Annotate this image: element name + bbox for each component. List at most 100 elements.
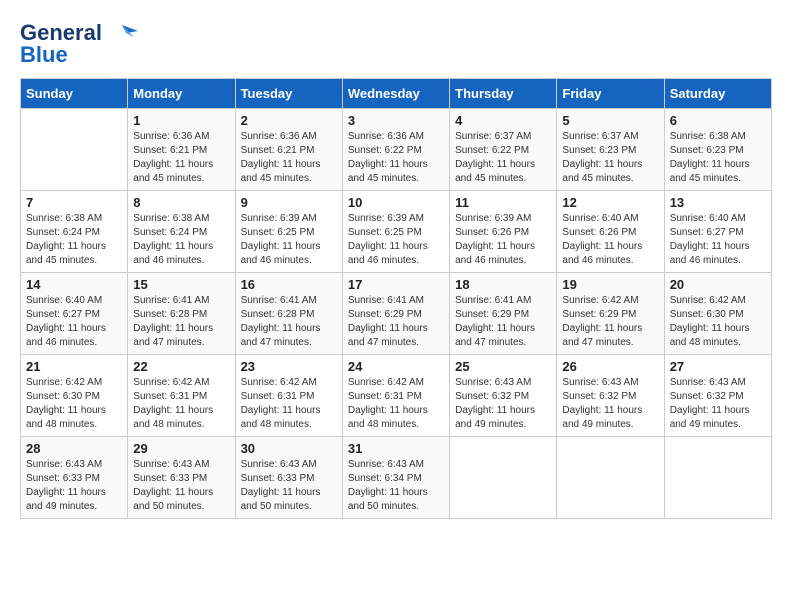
day-info: Sunrise: 6:42 AM Sunset: 6:31 PM Dayligh…	[348, 376, 444, 432]
day-number: 22	[133, 359, 229, 374]
calendar-cell: 23 Sunrise: 6:42 AM Sunset: 6:31 PM Dayli…	[235, 355, 342, 437]
day-number: 20	[670, 277, 766, 292]
day-info: Sunrise: 6:40 AM Sunset: 6:26 PM Dayligh…	[562, 212, 658, 268]
day-info: Sunrise: 6:39 AM Sunset: 6:26 PM Dayligh…	[455, 212, 551, 268]
day-number: 19	[562, 277, 658, 292]
calendar-cell: 4 Sunrise: 6:37 AM Sunset: 6:22 PM Daylig…	[450, 109, 557, 191]
week-row-4: 21 Sunrise: 6:42 AM Sunset: 6:30 PM Dayli…	[21, 355, 772, 437]
calendar-cell: 19 Sunrise: 6:42 AM Sunset: 6:29 PM Dayli…	[557, 273, 664, 355]
day-number: 8	[133, 195, 229, 210]
calendar-cell: 1 Sunrise: 6:36 AM Sunset: 6:21 PM Daylig…	[128, 109, 235, 191]
day-info: Sunrise: 6:43 AM Sunset: 6:32 PM Dayligh…	[455, 376, 551, 432]
calendar-cell: 15 Sunrise: 6:41 AM Sunset: 6:28 PM Dayli…	[128, 273, 235, 355]
day-info: Sunrise: 6:42 AM Sunset: 6:30 PM Dayligh…	[26, 376, 122, 432]
calendar-body: 1 Sunrise: 6:36 AM Sunset: 6:21 PM Daylig…	[21, 109, 772, 519]
calendar-cell: 25 Sunrise: 6:43 AM Sunset: 6:32 PM Dayli…	[450, 355, 557, 437]
day-number: 26	[562, 359, 658, 374]
day-number: 29	[133, 441, 229, 456]
day-number: 16	[241, 277, 337, 292]
day-info: Sunrise: 6:42 AM Sunset: 6:31 PM Dayligh…	[241, 376, 337, 432]
calendar-cell: 9 Sunrise: 6:39 AM Sunset: 6:25 PM Daylig…	[235, 191, 342, 273]
day-info: Sunrise: 6:39 AM Sunset: 6:25 PM Dayligh…	[241, 212, 337, 268]
calendar-cell	[450, 437, 557, 519]
header-cell-saturday: Saturday	[664, 79, 771, 109]
day-number: 12	[562, 195, 658, 210]
day-number: 15	[133, 277, 229, 292]
day-info: Sunrise: 6:41 AM Sunset: 6:28 PM Dayligh…	[133, 294, 229, 350]
day-number: 25	[455, 359, 551, 374]
day-number: 1	[133, 113, 229, 128]
day-number: 18	[455, 277, 551, 292]
calendar-cell: 22 Sunrise: 6:42 AM Sunset: 6:31 PM Dayli…	[128, 355, 235, 437]
day-number: 28	[26, 441, 122, 456]
day-number: 3	[348, 113, 444, 128]
day-info: Sunrise: 6:40 AM Sunset: 6:27 PM Dayligh…	[26, 294, 122, 350]
day-info: Sunrise: 6:41 AM Sunset: 6:29 PM Dayligh…	[455, 294, 551, 350]
day-number: 23	[241, 359, 337, 374]
day-number: 6	[670, 113, 766, 128]
calendar-cell: 7 Sunrise: 6:38 AM Sunset: 6:24 PM Daylig…	[21, 191, 128, 273]
day-number: 9	[241, 195, 337, 210]
header-cell-monday: Monday	[128, 79, 235, 109]
calendar-cell: 2 Sunrise: 6:36 AM Sunset: 6:21 PM Daylig…	[235, 109, 342, 191]
header-cell-friday: Friday	[557, 79, 664, 109]
day-info: Sunrise: 6:41 AM Sunset: 6:29 PM Dayligh…	[348, 294, 444, 350]
day-number: 13	[670, 195, 766, 210]
calendar-table: SundayMondayTuesdayWednesdayThursdayFrid…	[20, 78, 772, 519]
day-number: 11	[455, 195, 551, 210]
day-number: 21	[26, 359, 122, 374]
day-info: Sunrise: 6:36 AM Sunset: 6:22 PM Dayligh…	[348, 130, 444, 186]
day-info: Sunrise: 6:39 AM Sunset: 6:25 PM Dayligh…	[348, 212, 444, 268]
day-info: Sunrise: 6:43 AM Sunset: 6:32 PM Dayligh…	[670, 376, 766, 432]
day-info: Sunrise: 6:36 AM Sunset: 6:21 PM Dayligh…	[241, 130, 337, 186]
header-cell-wednesday: Wednesday	[342, 79, 449, 109]
day-info: Sunrise: 6:38 AM Sunset: 6:24 PM Dayligh…	[133, 212, 229, 268]
calendar-cell: 27Sunrise: 6:43 AM Sunset: 6:32 PM Dayli…	[664, 355, 771, 437]
day-number: 30	[241, 441, 337, 456]
day-info: Sunrise: 6:42 AM Sunset: 6:31 PM Dayligh…	[133, 376, 229, 432]
calendar-cell: 5Sunrise: 6:37 AM Sunset: 6:23 PM Daylig…	[557, 109, 664, 191]
day-number: 14	[26, 277, 122, 292]
day-number: 17	[348, 277, 444, 292]
day-info: Sunrise: 6:40 AM Sunset: 6:27 PM Dayligh…	[670, 212, 766, 268]
day-info: Sunrise: 6:42 AM Sunset: 6:29 PM Dayligh…	[562, 294, 658, 350]
calendar-cell: 16Sunrise: 6:41 AM Sunset: 6:28 PM Dayli…	[235, 273, 342, 355]
day-info: Sunrise: 6:43 AM Sunset: 6:34 PM Dayligh…	[348, 458, 444, 514]
calendar-cell: 30 Sunrise: 6:43 AM Sunset: 6:33 PM Dayli…	[235, 437, 342, 519]
day-number: 24	[348, 359, 444, 374]
calendar-cell: 3 Sunrise: 6:36 AM Sunset: 6:22 PM Daylig…	[342, 109, 449, 191]
calendar-cell: 26Sunrise: 6:43 AM Sunset: 6:32 PM Dayli…	[557, 355, 664, 437]
calendar-cell: 14 Sunrise: 6:40 AM Sunset: 6:27 PM Dayli…	[21, 273, 128, 355]
day-info: Sunrise: 6:37 AM Sunset: 6:22 PM Dayligh…	[455, 130, 551, 186]
calendar-cell: 12 Sunrise: 6:40 AM Sunset: 6:26 PM Dayli…	[557, 191, 664, 273]
calendar-cell	[21, 109, 128, 191]
day-number: 2	[241, 113, 337, 128]
logo: General Blue	[20, 20, 138, 68]
header-cell-thursday: Thursday	[450, 79, 557, 109]
day-number: 10	[348, 195, 444, 210]
day-number: 31	[348, 441, 444, 456]
calendar-cell	[557, 437, 664, 519]
day-info: Sunrise: 6:38 AM Sunset: 6:24 PM Dayligh…	[26, 212, 122, 268]
day-info: Sunrise: 6:36 AM Sunset: 6:21 PM Dayligh…	[133, 130, 229, 186]
calendar-cell: 13 Sunrise: 6:40 AM Sunset: 6:27 PM Dayli…	[664, 191, 771, 273]
logo-bird-icon	[106, 23, 138, 43]
day-number: 7	[26, 195, 122, 210]
header-cell-sunday: Sunday	[21, 79, 128, 109]
calendar-cell: 28Sunrise: 6:43 AM Sunset: 6:33 PM Dayli…	[21, 437, 128, 519]
calendar-cell: 31 Sunrise: 6:43 AM Sunset: 6:34 PM Dayli…	[342, 437, 449, 519]
calendar-cell: 18 Sunrise: 6:41 AM Sunset: 6:29 PM Dayli…	[450, 273, 557, 355]
day-info: Sunrise: 6:43 AM Sunset: 6:33 PM Dayligh…	[241, 458, 337, 514]
day-info: Sunrise: 6:38 AM Sunset: 6:23 PM Dayligh…	[670, 130, 766, 186]
day-info: Sunrise: 6:42 AM Sunset: 6:30 PM Dayligh…	[670, 294, 766, 350]
calendar-cell: 24 Sunrise: 6:42 AM Sunset: 6:31 PM Dayli…	[342, 355, 449, 437]
calendar-cell: 29Sunrise: 6:43 AM Sunset: 6:33 PM Dayli…	[128, 437, 235, 519]
week-row-3: 14 Sunrise: 6:40 AM Sunset: 6:27 PM Dayli…	[21, 273, 772, 355]
calendar-cell: 8 Sunrise: 6:38 AM Sunset: 6:24 PM Daylig…	[128, 191, 235, 273]
day-number: 4	[455, 113, 551, 128]
page-header: General Blue	[20, 20, 772, 68]
calendar-cell: 11 Sunrise: 6:39 AM Sunset: 6:26 PM Dayli…	[450, 191, 557, 273]
week-row-2: 7 Sunrise: 6:38 AM Sunset: 6:24 PM Daylig…	[21, 191, 772, 273]
logo-blue: Blue	[20, 42, 68, 68]
calendar-header-row: SundayMondayTuesdayWednesdayThursdayFrid…	[21, 79, 772, 109]
